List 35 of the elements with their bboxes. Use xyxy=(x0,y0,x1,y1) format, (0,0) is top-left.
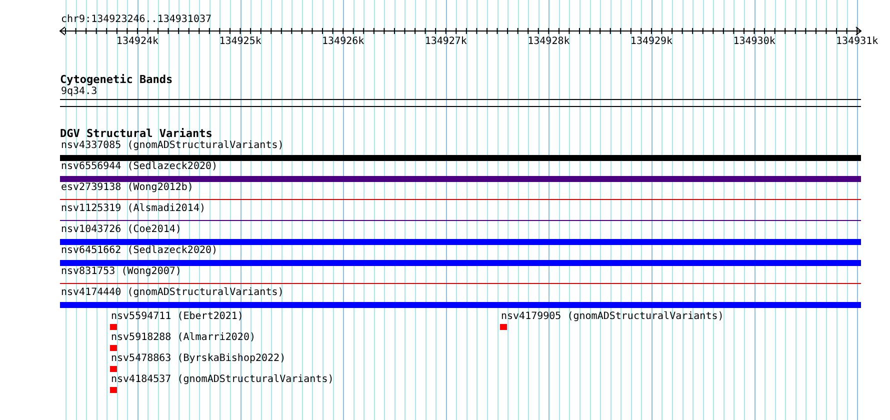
tick-label: 134927k xyxy=(424,36,467,47)
tick-label: 134924k xyxy=(116,36,159,47)
variant-block[interactable] xyxy=(110,324,117,330)
track-title: Cytogenetic Bands xyxy=(60,74,173,86)
variant-label: nsv4179905 (gnomADStructuralVariants) xyxy=(500,311,724,323)
variant-label: nsv4174440 (gnomADStructuralVariants) xyxy=(60,287,284,299)
variant-label: nsv6556944 (Sedlazeck2020) xyxy=(60,161,218,173)
variant-label: nsv5594711 (Ebert2021) xyxy=(110,311,244,323)
tick-label: 134926k xyxy=(322,36,364,47)
variant-label: nsv5478863 (ByrskaBishop2022) xyxy=(110,353,286,365)
tick-label: 134931k xyxy=(836,36,878,47)
variant-block[interactable] xyxy=(110,387,117,393)
position-label: chr9:134923246..134931037 xyxy=(60,14,212,26)
variant-label: nsv1125319 (Alsmadi2014) xyxy=(60,203,206,215)
variant-bar[interactable] xyxy=(60,302,861,308)
band-label: 9q34.3 xyxy=(60,86,98,98)
variant-bar[interactable] xyxy=(60,176,861,182)
variant-bar[interactable] xyxy=(60,155,861,161)
variant-block[interactable] xyxy=(110,345,117,351)
variant-label: esv2739138 (Wong2012b) xyxy=(60,182,194,194)
variant-label: nsv4184537 (gnomADStructuralVariants) xyxy=(110,374,334,386)
variant-block[interactable] xyxy=(110,366,117,372)
variant-label: nsv6451662 (Sedlazeck2020) xyxy=(60,245,218,257)
variant-label: nsv1043726 (Coe2014) xyxy=(60,224,182,236)
variant-label: nsv831753 (Wong2007) xyxy=(60,266,182,278)
track-title: DGV Structural Variants xyxy=(60,128,212,140)
variant-bar[interactable] xyxy=(60,260,861,266)
variant-label: nsv5918288 (Almarri2020) xyxy=(110,332,256,344)
variant-block[interactable] xyxy=(500,324,507,330)
variant-bar[interactable] xyxy=(60,239,861,245)
variant-label: nsv4337085 (gnomADStructuralVariants) xyxy=(60,140,284,152)
tick-label: 134930k xyxy=(733,36,776,47)
tick-label: 134925k xyxy=(219,36,262,47)
tick-label: 134928k xyxy=(528,36,570,47)
tick-label: 134929k xyxy=(630,36,673,47)
